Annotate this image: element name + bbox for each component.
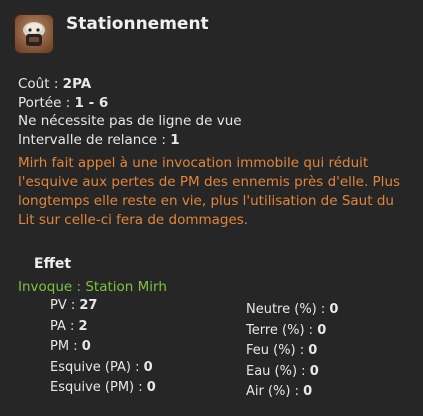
- dodge-ap-row: Esquive (PA) : 0: [50, 358, 156, 379]
- water-resist-value: 0: [309, 363, 319, 379]
- line-of-sight-row: Ne nécessite pas de ligne de vue: [18, 112, 242, 131]
- fire-resist-label: Feu (%) :: [246, 343, 309, 358]
- summon-stats-left: PV : 27 PA : 2 PM : 0 Esquive (PA) : 0 E…: [50, 296, 156, 399]
- fire-resist-row: Feu (%) : 0: [246, 341, 338, 362]
- cooldown-row: Intervalle de relance : 1: [18, 131, 242, 150]
- dodge-mp-label: Esquive (PM) :: [50, 380, 147, 395]
- range-value: 1 - 6: [74, 94, 109, 111]
- cost-value: 2PA: [62, 76, 92, 92]
- line-of-sight-label: Ne nécessite pas de ligne de vue: [18, 113, 242, 129]
- hp-label: PV :: [50, 298, 80, 313]
- fire-resist-value: 0: [308, 343, 318, 358]
- earth-resist-label: Terre (%) :: [246, 322, 318, 338]
- summon-name: Invoque : Station Mirh: [18, 279, 167, 295]
- air-resist-value: 0: [303, 384, 313, 399]
- spell-title: Stationnement: [66, 14, 209, 34]
- cost-row: Coût : 2PA: [18, 75, 242, 94]
- cost-label: Coût :: [18, 76, 63, 92]
- dodge-mp-value: 0: [146, 380, 156, 395]
- earth-resist-row: Terre (%) : 0: [246, 321, 338, 342]
- range-label: Portée :: [18, 94, 75, 111]
- earth-resist-value: 0: [317, 322, 327, 338]
- hp-row: PV : 27: [50, 296, 156, 317]
- spell-stats: Coût : 2PA Portée : 1 - 6 Ne nécessite p…: [18, 75, 242, 149]
- cooldown-value: 1: [170, 131, 180, 148]
- cooldown-label: Intervalle de relance :: [18, 131, 171, 148]
- mp-label: PM :: [50, 339, 82, 354]
- air-resist-label: Air (%) :: [246, 384, 304, 399]
- neutral-resist-value: 0: [329, 302, 339, 317]
- summon-creature-icon: [14, 14, 54, 54]
- mp-value: 0: [81, 339, 91, 354]
- dodge-ap-label: Esquive (PA) :: [50, 359, 144, 375]
- neutral-resist-row: Neutre (%) : 0: [246, 300, 338, 321]
- dodge-mp-row: Esquive (PM) : 0: [50, 378, 156, 399]
- summon-stats-right: Neutre (%) : 0 Terre (%) : 0 Feu (%) : 0…: [246, 300, 338, 403]
- ap-value: 2: [78, 318, 88, 334]
- spell-description: Mirh fait appel à une invocation immobil…: [18, 155, 401, 228]
- mp-row: PM : 0: [50, 337, 156, 358]
- ap-row: PA : 2: [50, 317, 156, 338]
- hp-value: 27: [79, 298, 98, 313]
- ap-label: PA :: [50, 318, 79, 334]
- range-row: Portée : 1 - 6: [18, 94, 242, 113]
- effect-title: Effet: [34, 256, 72, 272]
- air-resist-row: Air (%) : 0: [246, 382, 338, 403]
- water-resist-label: Eau (%) :: [246, 363, 310, 379]
- dodge-ap-value: 0: [143, 359, 153, 375]
- spell-tooltip: Stationnement Coût : 2PA Portée : 1 - 6 …: [0, 0, 423, 416]
- water-resist-row: Eau (%) : 0: [246, 362, 338, 383]
- neutral-resist-label: Neutre (%) :: [246, 302, 330, 317]
